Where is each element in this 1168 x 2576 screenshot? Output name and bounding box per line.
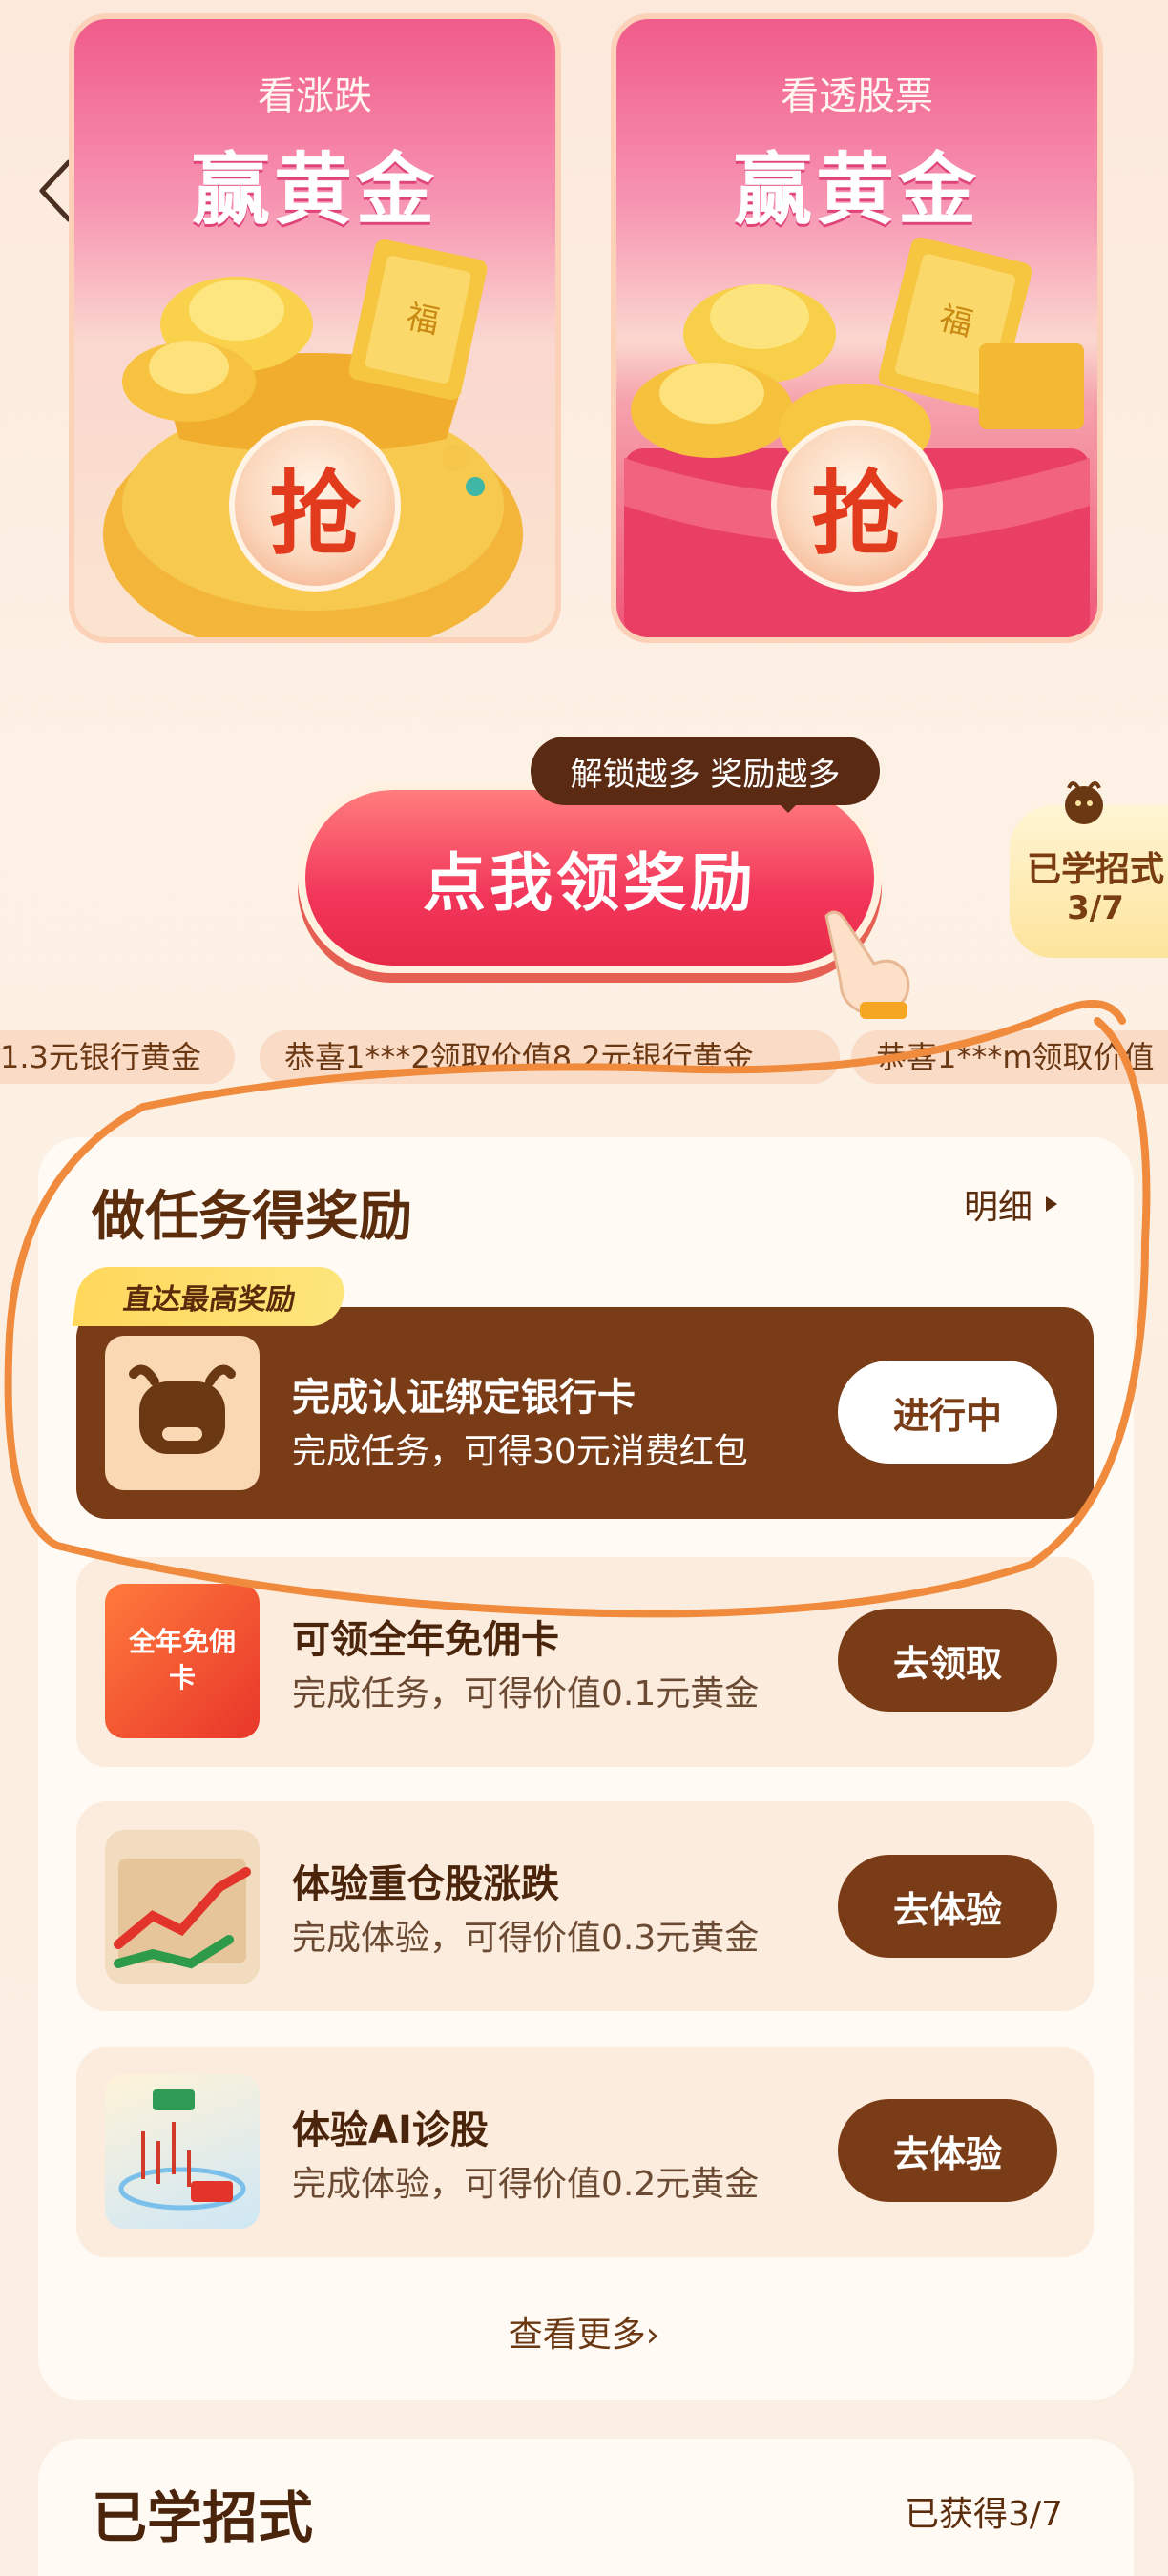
task-row: 全年免佣卡 可领全年免佣卡 完成任务，可得价值0.1元黄金 去领取 bbox=[76, 1557, 1094, 1767]
marquee-item: 恭喜1***2领取价值8.2元银行黄金 bbox=[260, 1030, 840, 1084]
marquee-item: 1.3元银行黄金 bbox=[0, 1030, 235, 1084]
task-status-button[interactable]: 进行中 bbox=[838, 1361, 1057, 1464]
detail-label: 明细 bbox=[964, 1188, 1033, 1227]
task-desc: 完成任务，可得30元消费红包 bbox=[292, 1432, 748, 1471]
try-button[interactable]: 去体验 bbox=[838, 1855, 1057, 1958]
grab-button[interactable]: 抢 bbox=[771, 420, 943, 592]
gold-card-stock-insight[interactable]: 看透股票 赢黄金 福 抢 bbox=[611, 13, 1103, 643]
learned-badge-label: 已学招式 bbox=[1026, 850, 1164, 889]
task-desc: 完成体验，可得价值0.2元黄金 bbox=[292, 2165, 760, 2204]
detail-link[interactable]: 明细 bbox=[964, 1179, 1061, 1229]
card-subtitle: 看涨跌 bbox=[258, 74, 372, 118]
task-desc: 完成体验，可得价值0.3元黄金 bbox=[292, 1919, 760, 1958]
task-name: 完成认证绑定银行卡 bbox=[292, 1376, 636, 1420]
bull-face-icon bbox=[129, 1364, 236, 1454]
stock-board-icon bbox=[114, 1859, 251, 1969]
thumb-label: 全年免佣卡 bbox=[128, 1626, 236, 1693]
try-button[interactable]: 去体验 bbox=[838, 2099, 1057, 2202]
tasks-title: 做任务得奖励 bbox=[92, 1186, 412, 1248]
gold-card-price-trend[interactable]: 看涨跌 赢黄金 福 抢 bbox=[69, 13, 561, 643]
ai-stock-diagnosis-icon bbox=[118, 2089, 246, 2211]
learned-badge-progress: 3/7 bbox=[1067, 889, 1124, 927]
task-row-featured: 完成认证绑定银行卡 完成任务，可得30元消费红包 进行中 bbox=[76, 1307, 1094, 1519]
task-thumb bbox=[105, 1830, 260, 1984]
learned-moves-badge[interactable]: 已学招式 3/7 bbox=[1010, 805, 1168, 958]
task-thumb: 全年免佣卡 bbox=[105, 1584, 260, 1738]
featured-tag: 直达最高奖励 bbox=[72, 1267, 348, 1326]
task-thumb bbox=[105, 1336, 260, 1490]
see-more-label: 查看更多 bbox=[508, 2316, 646, 2355]
triangle-right-icon bbox=[1046, 1196, 1058, 1212]
claim-button[interactable]: 去领取 bbox=[838, 1609, 1057, 1712]
marquee-item: 恭喜1***m领取价值 bbox=[851, 1030, 1168, 1084]
card-subtitle: 看透股票 bbox=[781, 74, 933, 118]
task-row: 体验重仓股涨跌 完成体验，可得价值0.3元黄金 去体验 bbox=[76, 1801, 1094, 2011]
pointing-hand-icon bbox=[824, 910, 910, 1019]
bull-icon bbox=[1065, 781, 1103, 824]
task-name: 体验AI诊股 bbox=[292, 2109, 489, 2152]
task-name: 体验重仓股涨跌 bbox=[292, 1862, 559, 1906]
grab-button[interactable]: 抢 bbox=[229, 420, 401, 592]
learned-count: 已获得3/7 bbox=[905, 2495, 1063, 2534]
task-desc: 完成任务，可得价值0.1元黄金 bbox=[292, 1674, 760, 1714]
chevron-right-icon: › bbox=[645, 2316, 660, 2355]
see-more-link[interactable]: 查看更多› bbox=[0, 2307, 1168, 2357]
task-row: 体验AI诊股 完成体验，可得价值0.2元黄金 去体验 bbox=[76, 2047, 1094, 2257]
cta-tip-bubble: 解锁越多 奖励越多 bbox=[531, 737, 880, 813]
learned-title: 已学招式 bbox=[92, 2485, 314, 2550]
task-thumb bbox=[105, 2074, 260, 2229]
task-name: 可领全年免佣卡 bbox=[292, 1618, 559, 1662]
